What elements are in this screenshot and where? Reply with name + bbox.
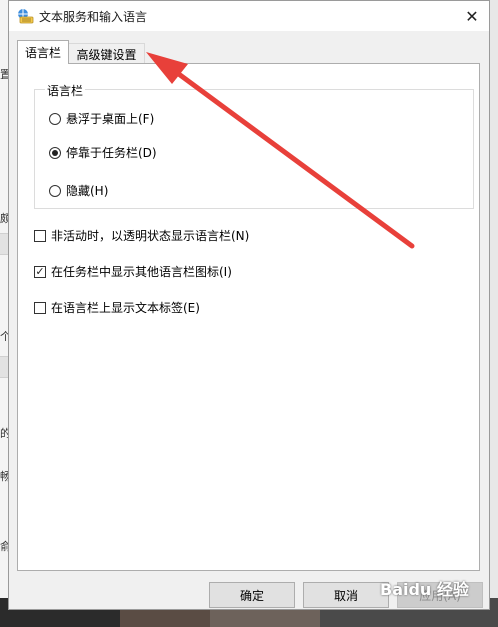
group-legend: 语言栏 <box>45 82 86 99</box>
title-bar: 文本服务和输入语言 ✕ <box>9 1 489 31</box>
tab-label: 高级键设置 <box>76 48 137 62</box>
checkbox-show-extra-icons-in-taskbar[interactable]: ✓ 在任务栏中显示其他语言栏图标(I) <box>34 263 232 280</box>
checkbox-label: 在任务栏中显示其他语言栏图标(I) <box>51 265 232 279</box>
checkbox-label: 非活动时，以透明状态显示语言栏(N) <box>51 229 250 243</box>
checkbox[interactable] <box>34 229 46 242</box>
checkbox-show-text-labels[interactable]: 在语言栏上显示文本标签(E) <box>34 299 200 316</box>
checkbox-label: 在语言栏上显示文本标签(E) <box>51 301 200 315</box>
checkbox-checked[interactable]: ✓ <box>34 265 46 278</box>
window-title: 文本服务和输入语言 <box>39 10 148 24</box>
language-bar-groupbox: 语言栏 悬浮于桌面上(F) 停靠于任务栏(D) 隐藏(H) <box>34 82 474 209</box>
tab-language-bar[interactable]: 语言栏 <box>17 40 69 64</box>
watermark-text: Baidu 经验 <box>380 580 469 599</box>
radio-hidden[interactable]: 隐藏(H) <box>49 182 108 199</box>
close-button[interactable]: ✕ <box>455 1 489 31</box>
radio-dock-in-taskbar[interactable]: 停靠于任务栏(D) <box>49 144 157 161</box>
radio-button-selected[interactable] <box>49 146 61 159</box>
radio-label: 停靠于任务栏(D) <box>66 146 157 160</box>
ok-button[interactable]: 确定 <box>209 582 295 608</box>
cancel-button[interactable]: 取消 <box>303 582 389 608</box>
radio-button[interactable] <box>49 112 61 125</box>
baidu-watermark: Baidu 经验 <box>380 576 469 600</box>
tab-advanced-key-settings[interactable]: 高级键设置 <box>69 43 145 65</box>
language-bar-panel: 语言栏 悬浮于桌面上(F) 停靠于任务栏(D) 隐藏(H) 非活动时，以透明状态… <box>17 63 480 571</box>
close-icon: ✕ <box>465 6 479 26</box>
radio-float-on-desktop[interactable]: 悬浮于桌面上(F) <box>49 110 154 127</box>
button-label: 取消 <box>333 588 358 603</box>
tab-label: 语言栏 <box>24 46 61 60</box>
text-services-dialog: 文本服务和输入语言 ✕ 语言栏 高级键设置 语言栏 悬浮于桌面上(F) 停靠于任… <box>8 0 490 610</box>
keyboard-globe-icon <box>16 8 34 24</box>
radio-label: 悬浮于桌面上(F) <box>66 112 155 126</box>
background-app-right-edge <box>490 0 498 627</box>
button-label: 确定 <box>239 588 264 603</box>
radio-button[interactable] <box>49 184 61 197</box>
radio-label: 隐藏(H) <box>66 184 109 198</box>
checkbox-transparent-when-inactive[interactable]: 非活动时，以透明状态显示语言栏(N) <box>34 227 249 244</box>
checkbox[interactable] <box>34 301 46 314</box>
